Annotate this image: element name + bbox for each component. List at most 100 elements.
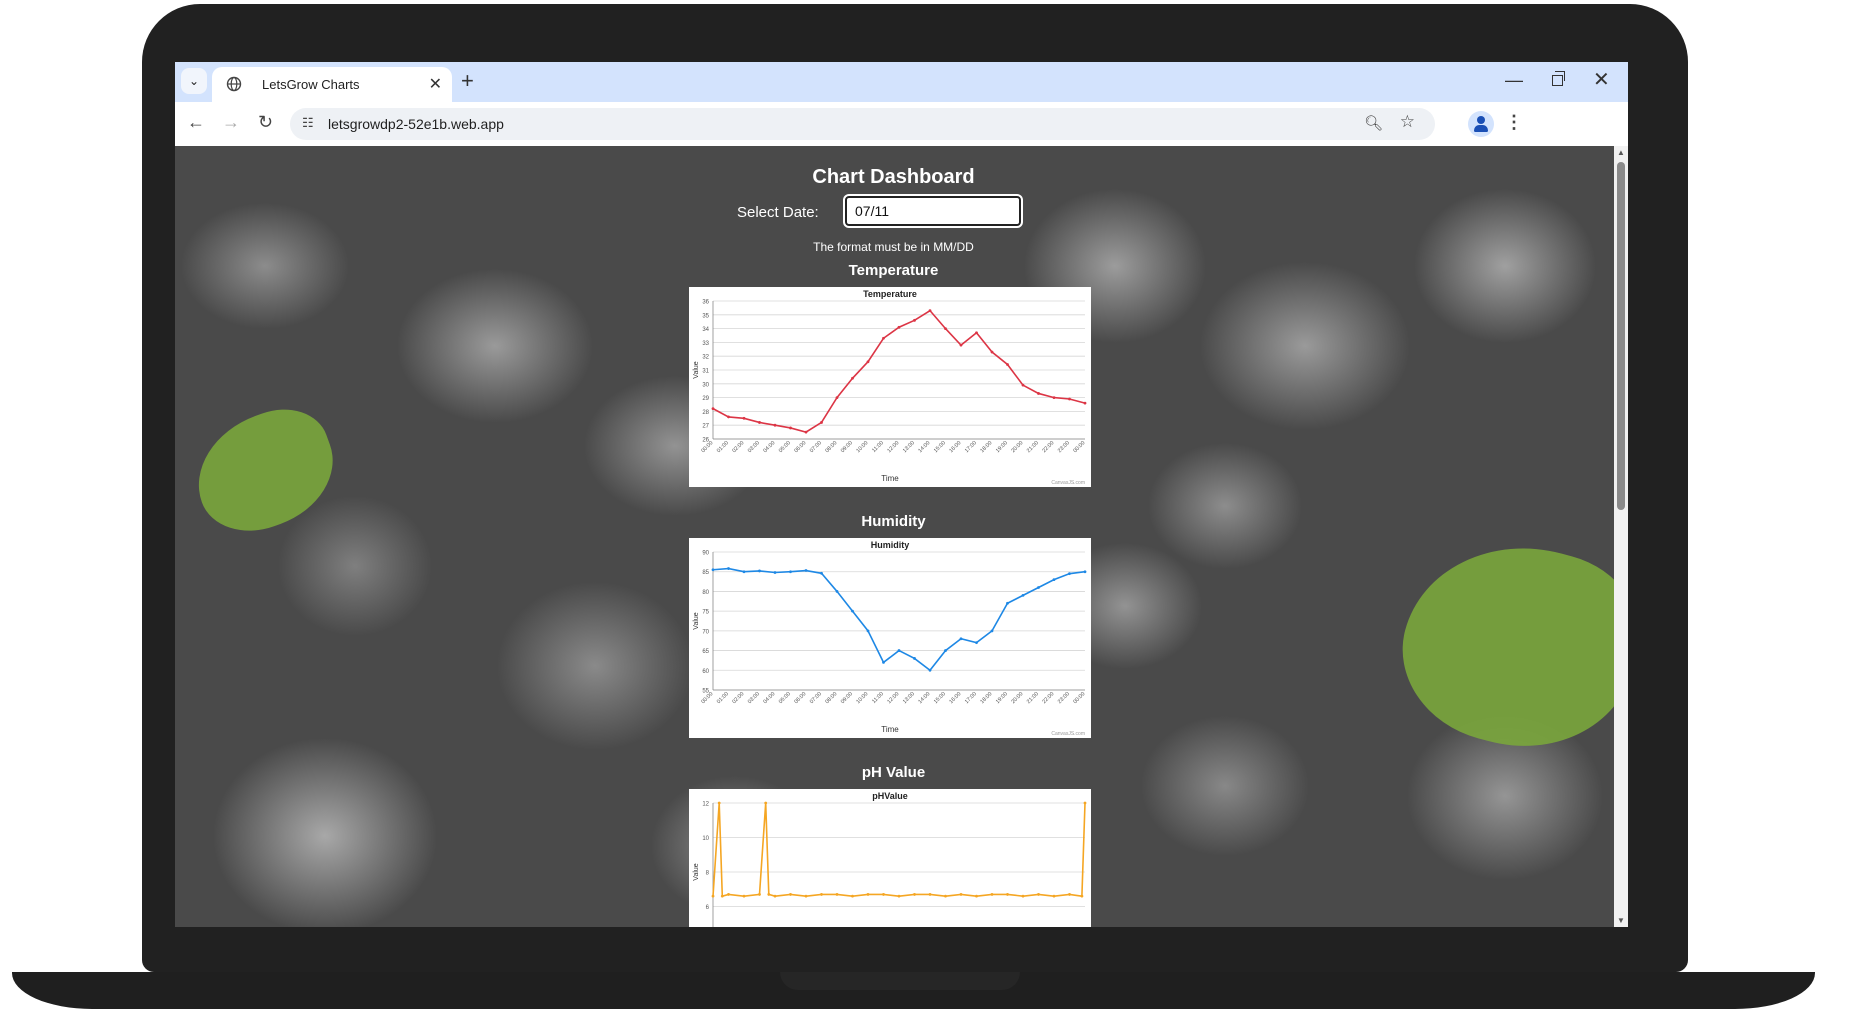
data-point: [1021, 593, 1025, 597]
y-tick-label: 10: [702, 836, 709, 842]
page-title: Chart Dashboard: [812, 166, 975, 188]
data-point: [720, 894, 724, 898]
data-point: [851, 609, 854, 613]
y-tick-label: 65: [702, 649, 709, 655]
data-point: [928, 668, 932, 672]
data-point: [804, 569, 808, 572]
data-point: [835, 893, 839, 896]
bookmark-star-icon[interactable]: ☆: [1400, 112, 1415, 132]
x-tick-label: 17:00: [964, 440, 978, 454]
temperature-chart-svg: Temperature262728293031323334353600:00 01…: [693, 289, 1086, 486]
chart-title: Temperature: [863, 289, 917, 299]
data-point: [767, 893, 771, 896]
data-point: [866, 893, 870, 896]
restore-window-icon[interactable]: [1552, 71, 1565, 86]
data-point: [913, 893, 916, 896]
site-settings-icon[interactable]: ☷: [302, 115, 314, 131]
x-tick-label: 23:00: [1057, 440, 1071, 454]
forward-arrow-icon[interactable]: →: [222, 112, 240, 133]
data-point: [1080, 894, 1084, 898]
data-point: [742, 416, 746, 420]
tab-search-chevron-icon[interactable]: ⌄: [181, 68, 207, 94]
data-point: [742, 894, 746, 898]
profile-avatar-icon[interactable]: [1468, 111, 1494, 137]
y-tick-label: 30: [702, 382, 709, 388]
x-tick-label: 08:00: [824, 691, 838, 705]
y-tick-label: 36: [702, 300, 709, 306]
data-point: [711, 568, 715, 572]
x-tick-label: 11:00: [871, 691, 885, 705]
y-tick-label: 85: [702, 570, 709, 576]
data-point: [944, 894, 947, 898]
data-point: [959, 893, 963, 896]
scrollbar[interactable]: ▲ ▼: [1614, 146, 1628, 927]
data-point: [928, 893, 932, 896]
x-tick-label: 12:00: [886, 691, 900, 705]
data-point: [773, 571, 777, 574]
address-bar[interactable]: ☷ letsgrowdp2-52e1b.web.app 🔍︎ ☆: [290, 108, 1435, 140]
x-tick-label: 05:00: [778, 691, 792, 705]
x-tick-label: 11:00: [871, 440, 885, 454]
tab-strip: ⌄ LetsGrow Charts ✕ + — ✕: [175, 62, 1628, 102]
y-tick-label: 12: [702, 802, 709, 808]
page-viewport: Chart Dashboard Select Date: The format …: [175, 146, 1628, 927]
data-point: [882, 336, 885, 340]
data-point: [1037, 392, 1040, 395]
x-tick-label: 03:00: [747, 440, 761, 454]
close-window-icon[interactable]: ✕: [1593, 67, 1610, 92]
data-point: [851, 376, 854, 380]
data-point: [711, 894, 715, 898]
x-tick-label: 10:00: [855, 440, 869, 454]
x-tick-label: 20:00: [1010, 440, 1024, 454]
zoom-icon[interactable]: 🔍︎: [1364, 114, 1383, 132]
close-tab-icon[interactable]: ✕: [429, 74, 442, 94]
data-point: [990, 629, 994, 633]
y-axis-label: Value: [693, 863, 700, 880]
new-tab-plus-icon[interactable]: +: [461, 68, 474, 94]
data-point: [1052, 894, 1056, 898]
x-tick-label: 03:00: [747, 691, 761, 705]
y-tick-label: 90: [702, 551, 709, 557]
chart-title: pHValue: [872, 791, 908, 801]
url-text[interactable]: letsgrowdp2-52e1b.web.app: [328, 116, 504, 132]
date-label: Select Date:: [737, 204, 819, 221]
data-point: [742, 570, 746, 574]
tab-letsgrow-charts[interactable]: LetsGrow Charts ✕: [212, 67, 452, 102]
scroll-down-icon[interactable]: ▼: [1617, 916, 1625, 925]
x-tick-label: 14:00: [917, 440, 931, 454]
kebab-menu-icon[interactable]: ⋮: [1505, 112, 1523, 133]
data-point: [882, 661, 885, 664]
data-point: [975, 641, 978, 645]
x-tick-label: 15:00: [933, 691, 947, 705]
back-arrow-icon[interactable]: ←: [187, 112, 205, 133]
scroll-thumb[interactable]: [1617, 162, 1625, 510]
data-point: [990, 893, 994, 896]
y-tick-label: 35: [702, 313, 709, 319]
x-tick-label: 10:00: [855, 691, 869, 705]
data-point: [804, 894, 808, 898]
data-point: [1006, 601, 1009, 605]
data-point: [773, 894, 777, 898]
scroll-up-icon[interactable]: ▲: [1617, 148, 1625, 157]
x-tick-label: 00:00: [1072, 691, 1086, 705]
x-tick-label: 05:00: [778, 440, 792, 454]
date-input[interactable]: [843, 194, 1023, 228]
data-point: [758, 893, 761, 896]
y-tick-label: 31: [702, 369, 709, 375]
minimize-icon[interactable]: —: [1505, 70, 1523, 91]
y-tick-label: 34: [702, 327, 709, 333]
data-point: [1052, 396, 1056, 399]
reload-icon[interactable]: ↻: [258, 112, 273, 133]
x-tick-label: 22:00: [1041, 691, 1055, 705]
y-tick-label: 32: [702, 355, 709, 361]
data-point: [866, 629, 870, 633]
y-tick-label: 80: [702, 590, 709, 596]
x-tick-label: 06:00: [793, 691, 807, 705]
x-tick-label: 07:00: [809, 440, 823, 454]
chart-title: Humidity: [871, 540, 910, 550]
ph-chart: pHValue4681012TimeValueCanvasJS.com: [689, 789, 1091, 927]
browser-window: ⌄ LetsGrow Charts ✕ + — ✕ ← → ↻ ☷ letsgr…: [175, 62, 1628, 927]
ph-heading: pH Value: [861, 764, 926, 781]
x-tick-label: 09:00: [840, 440, 854, 454]
x-tick-label: 04:00: [762, 691, 776, 705]
